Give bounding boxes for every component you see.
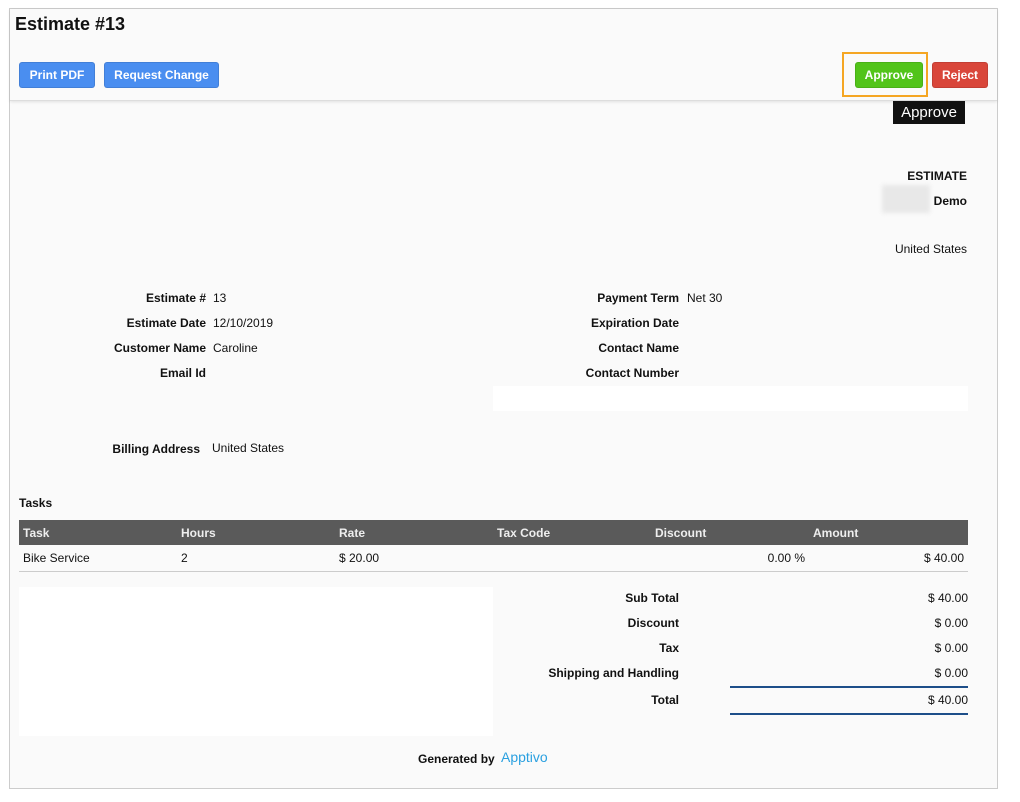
table-header: Task Hours Rate Tax Code Discount Amount xyxy=(19,520,968,545)
divider xyxy=(730,713,968,715)
cell: $ 20.00 xyxy=(335,545,493,572)
company-country: United States xyxy=(894,242,967,256)
divider xyxy=(730,686,968,688)
total-value: $ 40.00 xyxy=(927,591,968,605)
request-change-button[interactable]: Request Change xyxy=(104,62,219,88)
col-hours: Hours xyxy=(177,520,335,545)
cell: 2 xyxy=(177,545,335,572)
approve-button[interactable]: Approve xyxy=(855,62,923,88)
col-amount: Amount xyxy=(809,520,968,545)
col-tax-code: Tax Code xyxy=(493,520,651,545)
total-label: Discount xyxy=(627,616,679,630)
field-value: Caroline xyxy=(213,341,258,355)
field-value: Net 30 xyxy=(687,291,723,305)
field-label: Estimate # xyxy=(145,291,206,305)
print-pdf-button[interactable]: Print PDF xyxy=(19,62,95,88)
tasks-heading: Tasks xyxy=(19,496,53,510)
cell: Bike Service xyxy=(19,545,177,572)
table-row: Bike Service 2 $ 20.00 0.00 % $ 40.00 xyxy=(19,545,968,572)
col-discount: Discount xyxy=(651,520,809,545)
generated-by: Generated by xyxy=(418,752,495,766)
tasks-table: Task Hours Rate Tax Code Discount Amount… xyxy=(19,520,968,572)
col-task: Task xyxy=(19,520,177,545)
total-label: Total xyxy=(651,693,679,707)
field-label: Payment Term xyxy=(597,291,679,305)
tooltip: Approve xyxy=(893,101,965,124)
blank-box xyxy=(493,386,968,411)
field-label: Customer Name xyxy=(113,341,206,355)
total-value: $ 0.00 xyxy=(934,616,968,630)
total-label: Sub Total xyxy=(625,591,679,605)
cell: $ 40.00 xyxy=(809,545,968,572)
billing-label: Billing Address xyxy=(112,442,200,456)
field-label: Email Id xyxy=(159,366,206,380)
total-value: $ 0.00 xyxy=(934,666,968,680)
estimate-heading: ESTIMATE xyxy=(907,169,967,183)
apptivo-logo: Apptivo xyxy=(501,749,548,765)
cell xyxy=(493,545,651,572)
field-label: Contact Name xyxy=(598,341,679,355)
header: Estimate #13 Print PDF Request Change Ap… xyxy=(10,9,997,101)
reject-button[interactable]: Reject xyxy=(932,62,988,88)
total-value: $ 0.00 xyxy=(934,641,968,655)
estimate-window: Estimate #13 Print PDF Request Change Ap… xyxy=(9,8,998,789)
total-label: Shipping and Handling xyxy=(548,666,679,680)
total-value: $ 40.00 xyxy=(927,693,968,707)
col-rate: Rate xyxy=(335,520,493,545)
billing-value: United States xyxy=(212,441,285,455)
field-value: 13 xyxy=(213,291,227,305)
cell: 0.00 % xyxy=(651,545,809,572)
field-label: Estimate Date xyxy=(126,316,206,330)
field-label: Expiration Date xyxy=(590,316,679,330)
page-title: Estimate #13 xyxy=(15,14,126,34)
company-name: Demo xyxy=(933,194,967,208)
field-value: 12/10/2019 xyxy=(213,316,274,330)
notes-box xyxy=(19,587,493,736)
total-label: Tax xyxy=(659,641,679,655)
field-label: Contact Number xyxy=(585,366,679,380)
